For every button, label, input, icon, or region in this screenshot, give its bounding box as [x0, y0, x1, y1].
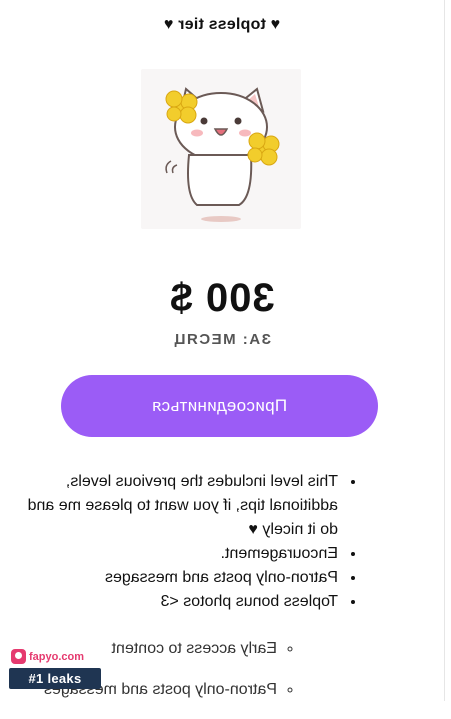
watermark-logo-icon [11, 649, 26, 664]
cat-illustration [165, 87, 280, 222]
benefit-list: This level includes the previous levels,… [20, 470, 360, 614]
mirrored-content: ♥ topless tier ♥ 300 $ ЗА: МЕСЯЦ Присоед… [0, 0, 444, 701]
join-button[interactable]: Присоединиться [61, 375, 378, 437]
benefit-item: Topless bonus photos <3 [20, 590, 340, 614]
watermark: fapyo.com #1 leaks [9, 648, 101, 689]
watermark-site: fapyo.com [9, 648, 101, 665]
benefit-item: This level includes the previous levels,… [20, 470, 340, 542]
benefit-item: Patron-only posts and messages [20, 566, 340, 590]
tier-price: 300 $ [169, 276, 275, 320]
billing-period: ЗА: МЕСЯЦ [173, 331, 271, 348]
tier-title: ♥ topless tier ♥ [163, 16, 281, 33]
tier-card: ♥ topless tier ♥ 300 $ ЗА: МЕСЯЦ Присоед… [0, 0, 445, 701]
join-button-label: Присоединиться [151, 396, 288, 415]
watermark-tagline: #1 leaks [9, 668, 101, 689]
benefit-item: Encouragement. [20, 542, 340, 566]
tier-image [141, 69, 301, 229]
watermark-site-text: fapyo.com [29, 650, 85, 663]
